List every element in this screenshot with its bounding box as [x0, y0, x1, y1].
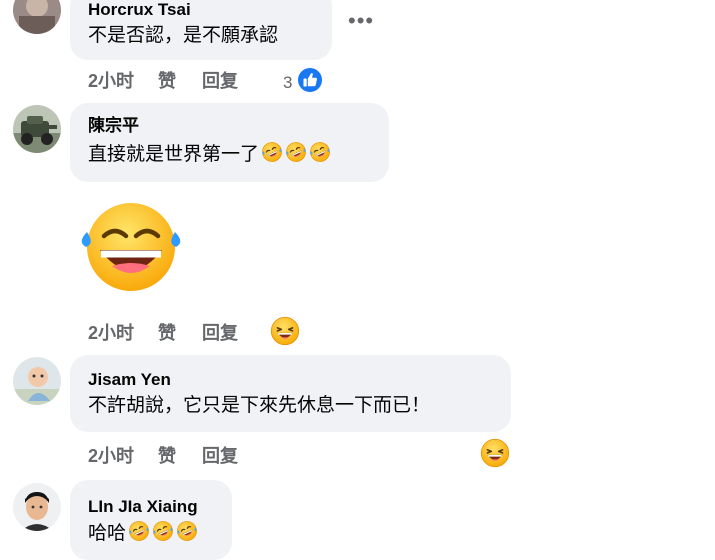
comment-author[interactable]: Jisam Yen: [88, 370, 497, 390]
rolling-laughing-emoji: [128, 520, 150, 542]
like-button[interactable]: 赞: [158, 319, 176, 345]
reply-button[interactable]: 回复: [202, 319, 238, 345]
laugh-reaction-icon[interactable]: [480, 438, 510, 468]
like-button[interactable]: 赞: [158, 442, 176, 468]
comment-author[interactable]: 陳宗平: [88, 116, 375, 136]
rolling-laughing-emoji: [285, 141, 307, 163]
comment-text: 哈哈: [88, 520, 218, 547]
comment-time[interactable]: 2小时: [88, 67, 134, 93]
rolling-laughing-emoji: [309, 141, 331, 163]
comment-bubble: 陳宗平 直接就是世界第一了: [70, 103, 389, 182]
more-options-icon[interactable]: •••: [348, 8, 374, 34]
comment-text-content: 直接就是世界第一了: [88, 144, 260, 165]
avatar[interactable]: [13, 357, 61, 405]
comment-author[interactable]: LIn JIa Xiaing: [88, 497, 218, 517]
laugh-reaction-icon[interactable]: [270, 316, 300, 346]
reply-button[interactable]: 回复: [202, 67, 238, 93]
reply-button[interactable]: 回复: [202, 442, 238, 468]
avatar[interactable]: [13, 483, 61, 531]
rolling-laughing-emoji: [176, 520, 198, 542]
comment-time[interactable]: 2小时: [88, 319, 134, 345]
comment-bubble: Jisam Yen 不許胡說，它只是下來先休息一下而已！: [70, 355, 511, 432]
rolling-laughing-emoji: [261, 141, 283, 163]
comment-text: 不是否認，是不願承認: [88, 25, 279, 46]
comment-time[interactable]: 2小时: [88, 442, 134, 468]
comment-bubble: LIn JIa Xiaing 哈哈: [70, 480, 232, 560]
comment-text-content: 哈哈: [88, 523, 127, 544]
comment-text: 不許胡說，它只是下來先休息一下而已！: [88, 395, 431, 416]
rolling-laughing-emoji: [152, 520, 174, 542]
comment-actions: 2小时 赞 回复: [88, 68, 264, 92]
comment-actions: 2小时 赞 回复: [88, 443, 264, 467]
reaction-count: 3: [283, 72, 293, 92]
like-button[interactable]: 赞: [158, 67, 176, 93]
comment-actions: 2小时 赞 回复: [88, 320, 264, 344]
reaction-summary[interactable]: 3: [283, 66, 325, 99]
comment-author[interactable]: Horcrux Tsai: [88, 0, 318, 20]
comment-bubble: Horcrux Tsai 不是否認，是不願承認: [70, 0, 332, 60]
avatar[interactable]: [13, 105, 61, 153]
like-reaction-icon: [296, 66, 325, 99]
tears-of-joy-sticker: [78, 200, 184, 298]
avatar[interactable]: [13, 0, 61, 34]
comment-text: 直接就是世界第一了: [88, 141, 375, 168]
